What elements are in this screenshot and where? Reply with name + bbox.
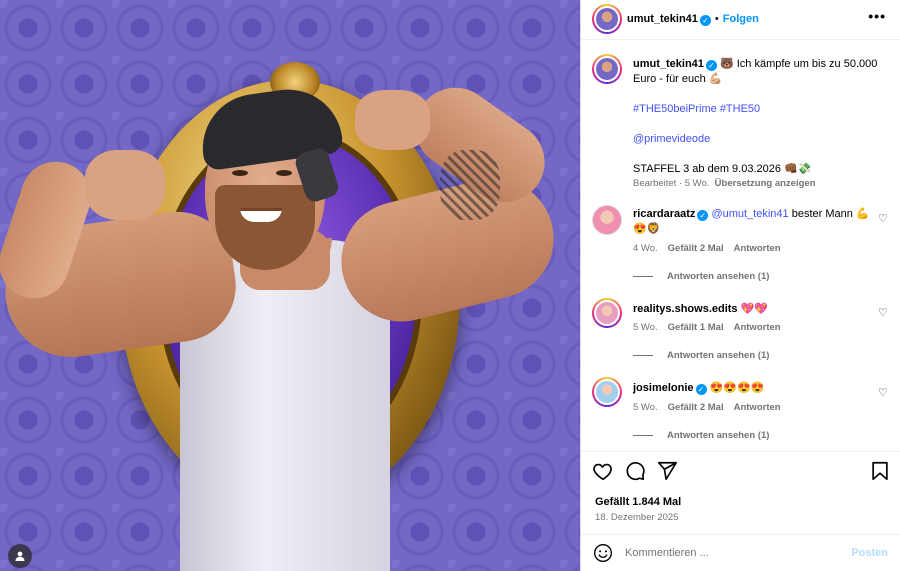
translate-link[interactable]: Übersetzung anzeigen (715, 178, 816, 189)
user-tag-icon[interactable] (8, 544, 32, 568)
author-avatar[interactable] (592, 4, 622, 34)
comment-likes[interactable]: Gefällt 2 Mal (668, 402, 724, 413)
reply-button[interactable]: Antworten (734, 402, 781, 413)
comment-like-icon[interactable]: ♡ (878, 308, 888, 319)
verified-badge-icon: ✓ (699, 15, 711, 26)
post-button[interactable]: Posten (851, 547, 888, 559)
comment-item: ricardaraatz ✓ @umut_tekin41 bester Mann … (633, 207, 873, 237)
follow-button[interactable]: Folgen (723, 13, 759, 25)
comment-username[interactable]: realitys.shows.edits (633, 303, 738, 315)
view-replies[interactable]: Antworten ansehen (1) (633, 271, 769, 282)
caption-season: STAFFEL 3 ab dem 9.03.2026 👊🏾💸 (633, 163, 812, 175)
comment-like-icon[interactable]: ♡ (878, 214, 888, 225)
comment-likes[interactable]: Gefällt 1 Mal (668, 322, 724, 333)
share-icon[interactable] (656, 460, 678, 482)
comment-icon[interactable] (624, 460, 646, 482)
caption-edited: Bearbeitet · 5 Wo. (633, 178, 710, 189)
replies-line (633, 434, 653, 436)
right-fist (355, 90, 430, 150)
comment-avatar[interactable] (592, 205, 622, 235)
comment-item: realitys.shows.edits 💖💖 (633, 302, 873, 317)
replies-line (633, 354, 653, 356)
comment-username[interactable]: ricardaraatz (633, 208, 695, 220)
caption-username[interactable]: umut_tekin41 (633, 58, 704, 70)
caption: umut_tekin41 ✓ 🐻 Ich kämpfe um bis zu 50.… (633, 57, 885, 192)
comment-time: 4 Wo. (633, 243, 658, 254)
author-username[interactable]: umut_tekin41 (627, 13, 698, 25)
comment-avatar[interactable] (592, 377, 622, 407)
likes-count[interactable]: Gefällt 1.844 Mal (595, 496, 681, 508)
post-image[interactable] (0, 0, 580, 571)
reply-button[interactable]: Antworten (734, 243, 781, 254)
separator-dot: • (714, 13, 719, 25)
comment-meta: 5 Wo. Gefällt 1 Mal Antworten (633, 322, 791, 333)
comment-text: 💖💖 (740, 303, 769, 315)
post-date: 18. Dezember 2025 (595, 512, 679, 523)
comment-username[interactable]: josimelonie (633, 382, 694, 394)
caption-mention[interactable]: @primevideode (633, 132, 885, 147)
comment-mention[interactable]: @umut_tekin41 (711, 208, 788, 220)
more-options-icon[interactable]: ••• (868, 8, 886, 24)
comment-time: 5 Wo. (633, 322, 658, 333)
heart-icon[interactable] (592, 460, 614, 482)
comment-likes[interactable]: Gefällt 2 Mal (668, 243, 724, 254)
comment-meta: 5 Wo. Gefällt 2 Mal Antworten (633, 402, 791, 413)
view-replies-label[interactable]: Antworten ansehen (1) (667, 271, 769, 282)
caption-meta: Bearbeitet · 5 Wo. Übersetzung anzeigen (633, 178, 816, 189)
view-replies[interactable]: Antworten ansehen (1) (633, 430, 769, 441)
comment-meta: 4 Wo. Gefällt 2 Mal Antworten (633, 243, 791, 254)
comment-item: josimelonie ✓ 😍😍😍😍 (633, 381, 873, 396)
replies-line (633, 275, 653, 277)
verified-badge-icon: ✓ (695, 384, 707, 395)
comment-time: 5 Wo. (633, 402, 658, 413)
comment-text: 😍😍😍😍 (709, 382, 765, 394)
verified-badge-icon: ✓ (697, 210, 709, 221)
post-sidebar: umut_tekin41 ✓ • Folgen ••• umut_tekin41 ✓ 🐻… (580, 0, 900, 571)
caption-avatar[interactable] (592, 54, 622, 84)
comment-input[interactable] (625, 544, 845, 562)
right-eye (276, 170, 292, 176)
left-eye (232, 170, 248, 176)
comment-avatar[interactable] (592, 298, 622, 328)
view-replies-label[interactable]: Antworten ansehen (1) (667, 430, 769, 441)
left-fist (85, 150, 165, 220)
caption-hashtags[interactable]: #THE50beiPrime #THE50 (633, 102, 885, 117)
view-replies[interactable]: Antworten ansehen (1) (633, 350, 769, 361)
reply-button[interactable]: Antworten (734, 322, 781, 333)
verified-badge-icon: ✓ (705, 60, 717, 71)
view-replies-label[interactable]: Antworten ansehen (1) (667, 350, 769, 361)
comment-like-icon[interactable]: ♡ (878, 388, 888, 399)
arm-tattoo (440, 150, 500, 220)
emoji-icon[interactable] (593, 543, 613, 563)
header-user: umut_tekin41 ✓ • Folgen (627, 13, 759, 26)
bookmark-icon[interactable] (869, 460, 891, 482)
